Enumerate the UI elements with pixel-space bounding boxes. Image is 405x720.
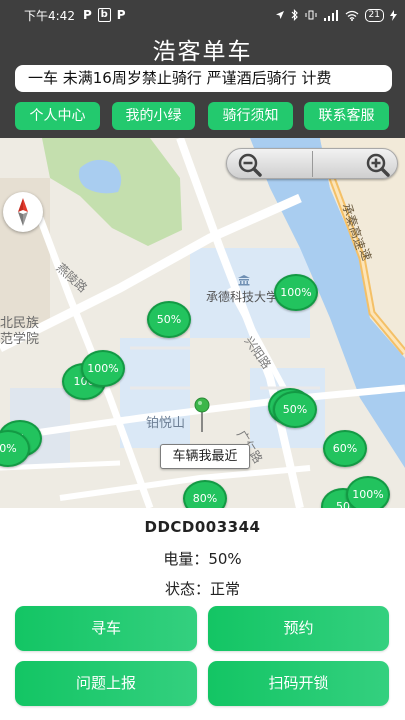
zoom-control — [226, 148, 398, 179]
app-screen: 下午4:42 P b P 21 浩客单车 一车 未满16周岁禁止骑行 严谨酒后骑… — [0, 0, 405, 720]
status-label: 状态： — [164, 580, 210, 598]
university-label: 承德科技大学 — [206, 290, 279, 304]
zoom-divider — [312, 151, 313, 177]
customer-service-button[interactable]: 联系客服 — [304, 102, 389, 130]
reserve-button[interactable]: 预约 — [208, 606, 389, 651]
wifi-icon — [345, 10, 358, 21]
location-pin-icon — [194, 397, 210, 432]
parking-app-icon: P — [82, 8, 92, 22]
bike-marker[interactable]: 100% — [346, 476, 390, 508]
find-bike-button[interactable]: 寻车 — [15, 606, 197, 651]
bluetooth-icon — [291, 9, 298, 21]
status-bar: 下午4:42 P b P 21 — [0, 0, 405, 30]
compass-button[interactable] — [3, 192, 43, 232]
compass-icon — [18, 198, 28, 226]
signal-icon — [323, 9, 338, 21]
zoom-out-icon[interactable] — [237, 152, 263, 178]
battery-label: 电量： — [163, 550, 209, 568]
battery-indicator: 21 — [364, 8, 384, 22]
battery-row: 电量：50% — [0, 548, 405, 569]
bike-info-panel: DDCD003344 电量：50% 状态：正常 — [0, 508, 405, 604]
school-label-line2: 范学院 — [0, 332, 40, 347]
vibrate-icon — [305, 10, 317, 20]
app-title: 浩客单车 — [152, 39, 253, 65]
status-value: 正常 — [210, 580, 241, 598]
report-issue-button[interactable]: 问题上报 — [15, 661, 197, 706]
bike-marker[interactable]: 50% — [147, 301, 191, 338]
bike-marker[interactable]: 100% — [81, 350, 125, 387]
status-time: 下午4:42 — [24, 8, 75, 23]
personal-center-button[interactable]: 个人中心 — [15, 102, 100, 130]
battery-value: 50% — [208, 550, 242, 568]
nearest-bike-tooltip: 车辆我最近 — [160, 444, 250, 469]
my-bike-button[interactable]: 我的小绿 — [112, 102, 195, 130]
status-row: 状态：正常 — [0, 578, 405, 599]
bike-marker[interactable]: 100% — [274, 274, 318, 311]
bike-app-icon: b — [97, 8, 111, 22]
notice-marquee: 一车 未满16周岁禁止骑行 严谨酒后骑行 计费 — [15, 65, 392, 92]
bike-marker[interactable]: 60% — [323, 430, 367, 467]
location-icon — [275, 11, 284, 19]
poi-label: 铂悦山 — [146, 416, 186, 431]
bike-marker[interactable]: 50% — [273, 391, 317, 428]
bike-id: DDCD003344 — [144, 518, 261, 536]
scan-unlock-button[interactable]: 扫码开锁 — [208, 661, 389, 706]
map-view[interactable]: 承德科技大学 铂悦山 北民族 范学院 燕陵路 兴阳路 广仁路 承秦高速 速 10… — [0, 138, 405, 508]
riding-guide-button[interactable]: 骑行须知 — [208, 102, 293, 130]
landmark-icon — [238, 275, 250, 286]
zoom-in-icon[interactable] — [365, 152, 391, 178]
notice-text: 一车 未满16周岁禁止骑行 严谨酒后骑行 计费 — [28, 69, 332, 87]
status-icons: 21 — [275, 8, 397, 22]
charging-icon — [390, 9, 397, 21]
parking-app-icon-2: P — [116, 8, 126, 22]
app-header: 浩客单车 一车 未满16周岁禁止骑行 严谨酒后骑行 计费 个人中心 我的小绿 骑… — [0, 30, 405, 138]
nav-row: 个人中心 我的小绿 骑行须知 联系客服 — [0, 102, 405, 130]
